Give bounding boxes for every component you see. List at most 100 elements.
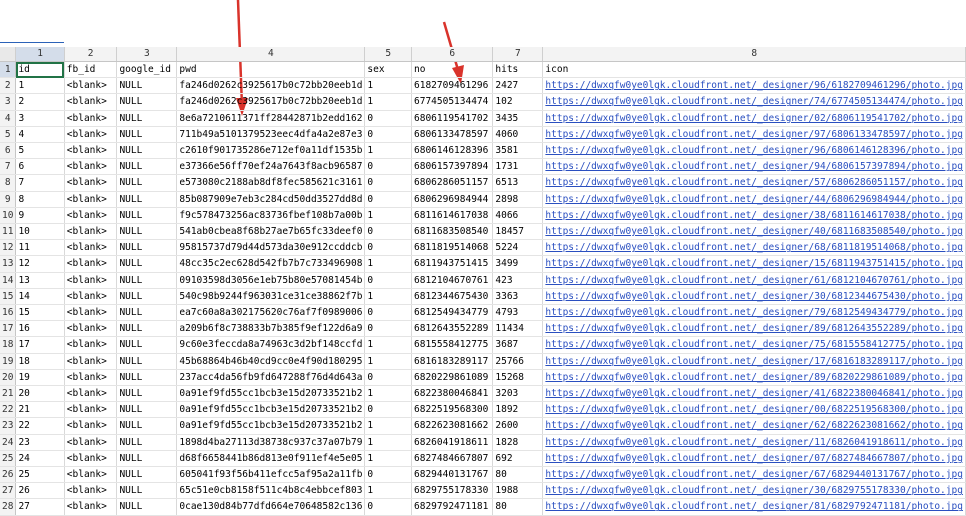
cell-hits[interactable]: 1731 <box>492 158 544 176</box>
select-all-corner[interactable] <box>0 47 17 62</box>
cell-pwd[interactable]: 65c51e0cb8158f511c4b8c4ebbcef803 <box>176 482 366 500</box>
cell-icon[interactable]: https://dwxqfw0ye0lgk.cloudfront.net/_de… <box>542 304 966 322</box>
cell-google_id[interactable]: NULL <box>116 158 178 176</box>
cell-google_id[interactable]: NULL <box>116 191 178 208</box>
cell-google_id[interactable]: NULL <box>116 401 178 419</box>
cell-no[interactable]: 6812549434779 <box>411 304 494 322</box>
cell-id[interactable]: 23 <box>15 434 65 451</box>
cell-id[interactable]: 15 <box>15 304 65 322</box>
row-header[interactable]: 22 <box>0 401 17 419</box>
cell-icon[interactable]: https://dwxqfw0ye0lgk.cloudfront.net/_de… <box>542 336 966 354</box>
cell-fb_id[interactable]: <blank> <box>64 498 118 516</box>
cell-icon[interactable]: https://dwxqfw0ye0lgk.cloudfront.net/_de… <box>542 288 966 306</box>
row-header[interactable]: 21 <box>0 385 17 403</box>
row-header[interactable]: 14 <box>0 272 17 289</box>
row-header[interactable]: 1 <box>0 61 17 79</box>
header-cell-sex[interactable]: sex <box>364 61 413 79</box>
cell-sex[interactable]: 1 <box>364 417 413 435</box>
cell-hits[interactable]: 1988 <box>492 482 544 500</box>
cell-google_id[interactable]: NULL <box>116 239 178 257</box>
cell-hits[interactable]: 5224 <box>492 239 544 257</box>
cell-sex[interactable]: 1 <box>364 142 413 160</box>
cell-id[interactable]: 5 <box>15 142 65 160</box>
row-header[interactable]: 19 <box>0 353 17 370</box>
cell-pwd[interactable]: 1898d4ba27113d38738c937c37a07b79 <box>176 434 366 451</box>
cell-fb_id[interactable]: <blank> <box>64 385 118 403</box>
cell-id[interactable]: 2 <box>15 93 65 111</box>
cell-fb_id[interactable]: <blank> <box>64 126 118 144</box>
cell-sex[interactable]: 0 <box>364 272 413 289</box>
cell-hits[interactable]: 80 <box>492 498 544 516</box>
row-header[interactable]: 23 <box>0 417 17 435</box>
cell-hits[interactable]: 18457 <box>492 223 544 241</box>
cell-fb_id[interactable]: <blank> <box>64 450 118 468</box>
cell-google_id[interactable]: NULL <box>116 385 178 403</box>
cell-sex[interactable]: 0 <box>364 223 413 241</box>
cell-no[interactable]: 6806119541702 <box>411 110 494 127</box>
cell-sex[interactable]: 1 <box>364 288 413 306</box>
cell-id[interactable]: 4 <box>15 126 65 144</box>
cell-no[interactable]: 6812104670761 <box>411 272 494 289</box>
cell-google_id[interactable]: NULL <box>116 255 178 273</box>
cell-icon[interactable]: https://dwxqfw0ye0lgk.cloudfront.net/_de… <box>542 255 966 273</box>
cell-no[interactable]: 6806286051157 <box>411 174 494 192</box>
cell-hits[interactable]: 80 <box>492 466 544 484</box>
cell-fb_id[interactable]: <blank> <box>64 207 118 225</box>
cell-pwd[interactable]: ea7c60a8a302175620c76af7f0989006 <box>176 304 366 322</box>
cell-sex[interactable]: 1 <box>364 450 413 468</box>
column-header-3[interactable]: 3 <box>116 47 178 62</box>
column-header-7[interactable]: 7 <box>492 47 544 62</box>
cell-no[interactable]: 6829792471181 <box>411 498 494 516</box>
cell-pwd[interactable]: fa246d0262c3925617b0c72bb20eeb1d <box>176 77 366 95</box>
cell-sex[interactable]: 0 <box>364 498 413 516</box>
cell-google_id[interactable]: NULL <box>116 304 178 322</box>
cell-icon[interactable]: https://dwxqfw0ye0lgk.cloudfront.net/_de… <box>542 93 966 111</box>
cell-id[interactable]: 7 <box>15 174 65 192</box>
cell-icon[interactable]: https://dwxqfw0ye0lgk.cloudfront.net/_de… <box>542 320 966 338</box>
cell-icon[interactable]: https://dwxqfw0ye0lgk.cloudfront.net/_de… <box>542 77 966 95</box>
cell-hits[interactable]: 3435 <box>492 110 544 127</box>
cell-sex[interactable]: 0 <box>364 191 413 208</box>
header-cell-google_id[interactable]: google_id <box>116 61 178 79</box>
cell-hits[interactable]: 3581 <box>492 142 544 160</box>
cell-id[interactable]: 3 <box>15 110 65 127</box>
cell-no[interactable]: 6182709461296 <box>411 77 494 95</box>
cell-fb_id[interactable]: <blank> <box>64 401 118 419</box>
cell-icon[interactable]: https://dwxqfw0ye0lgk.cloudfront.net/_de… <box>542 466 966 484</box>
cell-id[interactable]: 27 <box>15 498 65 516</box>
cell-google_id[interactable]: NULL <box>116 434 178 451</box>
cell-no[interactable]: 6826041918611 <box>411 434 494 451</box>
cell-icon[interactable]: https://dwxqfw0ye0lgk.cloudfront.net/_de… <box>542 207 966 225</box>
cell-no[interactable]: 6822519568300 <box>411 401 494 419</box>
cell-google_id[interactable]: NULL <box>116 126 178 144</box>
cell-id[interactable]: 26 <box>15 482 65 500</box>
row-header[interactable]: 17 <box>0 320 17 338</box>
cell-google_id[interactable]: NULL <box>116 336 178 354</box>
spreadsheet-grid[interactable]: 1 2 3 4 5 6 7 8 1 id fb_id google_id pwd sex n… <box>0 47 966 516</box>
cell-no[interactable]: 6812643552289 <box>411 320 494 338</box>
cell-google_id[interactable]: NULL <box>116 482 178 500</box>
row-header[interactable]: 11 <box>0 223 17 241</box>
cell-pwd[interactable]: a209b6f8c738833b7b385f9ef122d6a9 <box>176 320 366 338</box>
cell-no[interactable]: 6774505134474 <box>411 93 494 111</box>
cell-google_id[interactable]: NULL <box>116 142 178 160</box>
cell-fb_id[interactable]: <blank> <box>64 482 118 500</box>
cell-sex[interactable]: 0 <box>364 369 413 387</box>
row-header[interactable]: 13 <box>0 255 17 273</box>
cell-no[interactable]: 6812344675430 <box>411 288 494 306</box>
row-header[interactable]: 24 <box>0 434 17 451</box>
cell-sex[interactable]: 1 <box>364 336 413 354</box>
cell-no[interactable]: 6811683508540 <box>411 223 494 241</box>
cell-id[interactable]: 24 <box>15 450 65 468</box>
row-header[interactable]: 7 <box>0 158 17 176</box>
row-header[interactable]: 18 <box>0 336 17 354</box>
cell-google_id[interactable]: NULL <box>116 466 178 484</box>
column-header-8[interactable]: 8 <box>542 47 966 62</box>
cell-hits[interactable]: 692 <box>492 450 544 468</box>
cell-fb_id[interactable]: <blank> <box>64 353 118 370</box>
cell-google_id[interactable]: NULL <box>116 93 178 111</box>
column-header-1[interactable]: 1 <box>15 47 65 62</box>
row-header[interactable]: 9 <box>0 191 17 208</box>
cell-google_id[interactable]: NULL <box>116 207 178 225</box>
cell-hits[interactable]: 4066 <box>492 207 544 225</box>
